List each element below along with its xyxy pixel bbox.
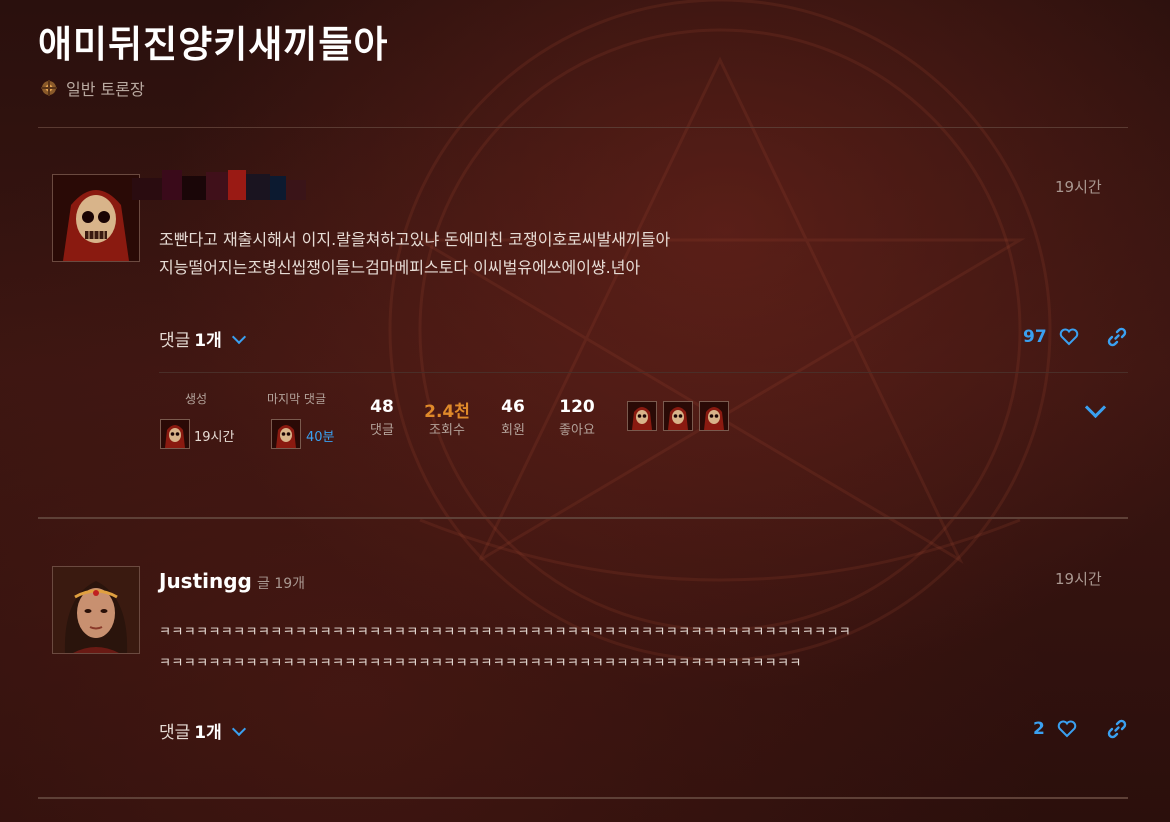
avatar[interactable] [52, 174, 140, 262]
like-count: 2 [1033, 719, 1045, 739]
skull-avatar-icon [628, 402, 656, 430]
last-reply-avatar[interactable] [271, 419, 301, 449]
replies-label: 댓글 [159, 723, 191, 743]
created-time: 19시간 [194, 430, 235, 445]
last-reply-time[interactable]: 40분 [306, 426, 335, 445]
sorceress-avatar-icon [53, 567, 139, 653]
replies-stat-number: 48 [370, 397, 394, 417]
link-icon[interactable] [1107, 327, 1127, 347]
post-body-line: ㅋㅋㅋㅋㅋㅋㅋㅋㅋㅋㅋㅋㅋㅋㅋㅋㅋㅋㅋㅋㅋㅋㅋㅋㅋㅋㅋㅋㅋㅋㅋㅋㅋㅋㅋㅋㅋㅋㅋㅋ… [159, 656, 802, 671]
likes-stat-number: 120 [559, 397, 595, 417]
participant-avatar[interactable] [699, 401, 729, 431]
thread-title: 애미뒤진양키새끼들아 [38, 23, 389, 66]
post-body-line: 조빤다고 재출시해서 이지.랄을쳐하고있냐 돈에미친 코쟁이호로씨발새끼들아 [159, 230, 671, 249]
post-divider [38, 797, 1128, 799]
heart-icon[interactable] [1059, 328, 1079, 346]
replies-count: 1개 [194, 331, 222, 351]
participant-avatar[interactable] [663, 401, 693, 431]
author-post-count: 글 19개 [257, 576, 306, 592]
like-control[interactable]: 2 [1033, 719, 1077, 739]
views-stat-label: 조회수 [429, 423, 465, 438]
likes-stat-label: 좋아요 [559, 423, 595, 438]
category-breadcrumb[interactable]: 일반 토론장 [40, 76, 145, 100]
skull-avatar-icon [272, 420, 300, 448]
stats-divider [159, 372, 1128, 373]
censored-username [132, 170, 306, 200]
skull-avatar-icon [700, 402, 728, 430]
like-control[interactable]: 97 [1023, 327, 1079, 347]
replies-label: 댓글 [159, 331, 191, 351]
replies-toggle[interactable]: 댓글 1개 [159, 718, 246, 743]
avatar[interactable] [52, 566, 140, 654]
creator-avatar[interactable] [160, 419, 190, 449]
chevron-down-icon [231, 329, 246, 344]
post-body-line: 지능떨어지는조병신씹쟁이들느검마메피스토다 이씨벌유에쓰에이썅.년아 [159, 258, 641, 277]
replies-stat-label: 댓글 [370, 423, 394, 438]
author-name[interactable]: Justingg [159, 569, 252, 593]
replies-count: 1개 [194, 723, 222, 743]
users-stat-label: 회원 [501, 423, 525, 438]
header-divider [38, 127, 1128, 128]
category-icon [41, 80, 57, 96]
like-count: 97 [1023, 327, 1047, 347]
last-reply-label: 마지막 댓글 [267, 392, 327, 406]
chevron-down-icon [231, 721, 246, 736]
replies-toggle[interactable]: 댓글 1개 [159, 326, 246, 351]
expand-summary-chevron-icon[interactable] [1084, 396, 1107, 419]
post-body: ㅋㅋㅋㅋㅋㅋㅋㅋㅋㅋㅋㅋㅋㅋㅋㅋㅋㅋㅋㅋㅋㅋㅋㅋㅋㅋㅋㅋㅋㅋㅋㅋㅋㅋㅋㅋㅋㅋㅋㅋ… [159, 617, 851, 679]
heart-icon[interactable] [1057, 720, 1077, 738]
category-label: 일반 토론장 [66, 80, 145, 99]
post-body-line: ㅋㅋㅋㅋㅋㅋㅋㅋㅋㅋㅋㅋㅋㅋㅋㅋㅋㅋㅋㅋㅋㅋㅋㅋㅋㅋㅋㅋㅋㅋㅋㅋㅋㅋㅋㅋㅋㅋㅋㅋ… [159, 625, 852, 640]
skull-avatar-icon [161, 420, 189, 448]
link-icon[interactable] [1107, 719, 1127, 739]
skull-avatar-icon [664, 402, 692, 430]
skull-avatar-icon [53, 175, 139, 261]
post-divider [38, 517, 1128, 519]
created-label: 생성 [185, 392, 208, 406]
participant-avatar[interactable] [627, 401, 657, 431]
post-time: 19시간 [1055, 178, 1102, 196]
users-stat-number: 46 [501, 397, 525, 417]
post-time: 19시간 [1055, 570, 1102, 588]
post-body: 조빤다고 재출시해서 이지.랄을쳐하고있냐 돈에미친 코쟁이호로씨발새끼들아 지… [159, 226, 670, 282]
